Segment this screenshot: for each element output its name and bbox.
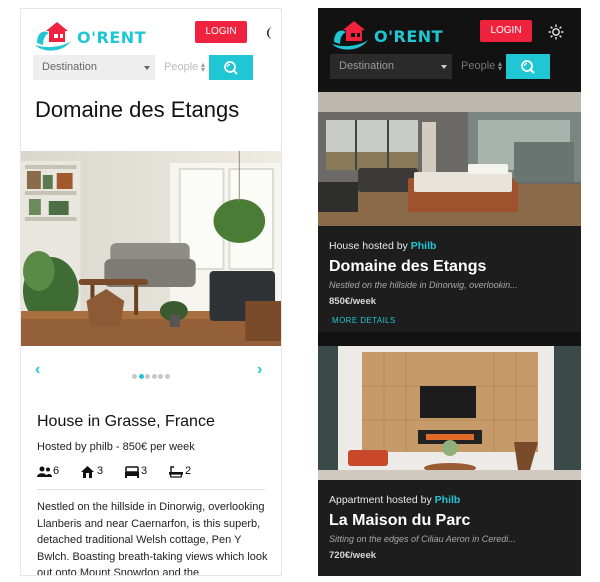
brand-logo[interactable]: O'RENT [33, 19, 173, 55]
carousel-dot[interactable] [164, 374, 170, 379]
search-bar: Destination People ▴ ▾ [33, 55, 253, 80]
destination-select[interactable]: Destination [330, 54, 452, 79]
beds-count: 3 [141, 465, 148, 477]
brand-logo-dark[interactable]: O'RENT [330, 18, 470, 54]
carousel-next-button[interactable]: › [257, 361, 262, 379]
search-button[interactable] [209, 55, 253, 80]
dark-mode-screen: O'RENT LOGIN Destination People ▴ ▾ Hous… [318, 8, 581, 576]
listing-photo [318, 346, 581, 480]
people-placeholder: People [164, 61, 199, 73]
host-name-link[interactable]: Philb [411, 240, 437, 252]
brand-name-dark: O'RENT [374, 27, 444, 46]
listing-card[interactable]: Appartment hosted by Philb La Maison du … [318, 346, 581, 576]
app-header-dark: O'RENT LOGIN Destination People ▴ ▾ [318, 8, 581, 84]
listing-title[interactable]: La Maison du Parc [329, 512, 470, 530]
listing-title[interactable]: Domaine des Etangs [329, 258, 486, 276]
guests-icon [37, 466, 52, 477]
people-input[interactable]: People ▴ ▾ [452, 54, 506, 79]
carousel-dot[interactable] [158, 374, 163, 379]
host-name-link[interactable]: Philb [435, 494, 461, 506]
house-icon [81, 466, 94, 478]
caret-down-icon [441, 65, 447, 69]
number-spinner-icon[interactable]: ▴ ▾ [201, 61, 205, 74]
people-placeholder: People [461, 60, 496, 72]
brand-name: O'RENT [77, 28, 147, 47]
login-button[interactable]: LOGIN [195, 21, 247, 43]
rooms-count: 3 [97, 465, 104, 477]
divider [37, 489, 265, 490]
listing-price: 720€/week [329, 550, 377, 561]
search-icon [224, 61, 238, 75]
people-input[interactable]: People ▴ ▾ [155, 55, 209, 80]
more-details-link[interactable]: MORE DETAILS [332, 316, 396, 325]
listing-summary: Sitting on the edges of Ciliau Aeron in … [329, 534, 516, 544]
carousel-dot[interactable] [132, 374, 137, 379]
app-header: O'RENT LOGIN Destination People ▴ ▾ [21, 9, 281, 85]
baths-count: 2 [185, 465, 192, 477]
property-photo [21, 151, 281, 346]
listing-hosted-by: House hosted by Philb [329, 240, 436, 252]
carousel-dot[interactable] [145, 374, 150, 379]
destination-value: Destination [42, 61, 98, 73]
number-spinner-icon[interactable]: ▴ ▾ [498, 60, 502, 73]
listing-card[interactable]: House hosted by Philb Domaine des Etangs… [318, 92, 581, 332]
search-button[interactable] [506, 54, 550, 79]
caret-down-icon [144, 66, 150, 70]
carousel-prev-button[interactable]: ‹ [35, 361, 40, 379]
destination-value: Destination [339, 60, 395, 72]
guests-count: 6 [53, 465, 60, 477]
destination-select[interactable]: Destination [33, 55, 155, 80]
search-bar-dark: Destination People ▴ ▾ [330, 54, 550, 79]
property-description: Nestled on the hillside in Dinorwig, ove… [37, 501, 268, 576]
house-logo-icon [35, 22, 71, 51]
carousel-indicator [132, 366, 171, 384]
carousel-dot[interactable] [138, 374, 144, 379]
listing-price: 850€/week [329, 296, 377, 307]
page-title: Domaine des Etangs [35, 97, 240, 122]
sun-icon[interactable] [547, 24, 565, 40]
bath-icon [169, 466, 183, 478]
listing-summary: Nestled on the hillside in Dinorwig, ove… [329, 280, 518, 290]
listing-photo [318, 92, 581, 226]
house-logo-icon [332, 21, 368, 50]
carousel-dot[interactable] [151, 374, 157, 379]
moon-icon[interactable] [263, 25, 281, 41]
bed-icon [125, 466, 139, 478]
property-card-title: House in Grasse, France [37, 413, 215, 430]
listing-hosted-by: Appartment hosted by Philb [329, 494, 460, 506]
hosted-prefix: Appartment hosted by [329, 494, 432, 506]
hosted-and-price: Hosted by philb - 850€ per week [37, 441, 195, 453]
search-icon [521, 60, 535, 74]
login-button-dark[interactable]: LOGIN [480, 20, 532, 42]
light-mode-screen: O'RENT LOGIN Destination People ▴ ▾ Doma… [20, 8, 282, 576]
hosted-prefix: House hosted by [329, 240, 408, 252]
